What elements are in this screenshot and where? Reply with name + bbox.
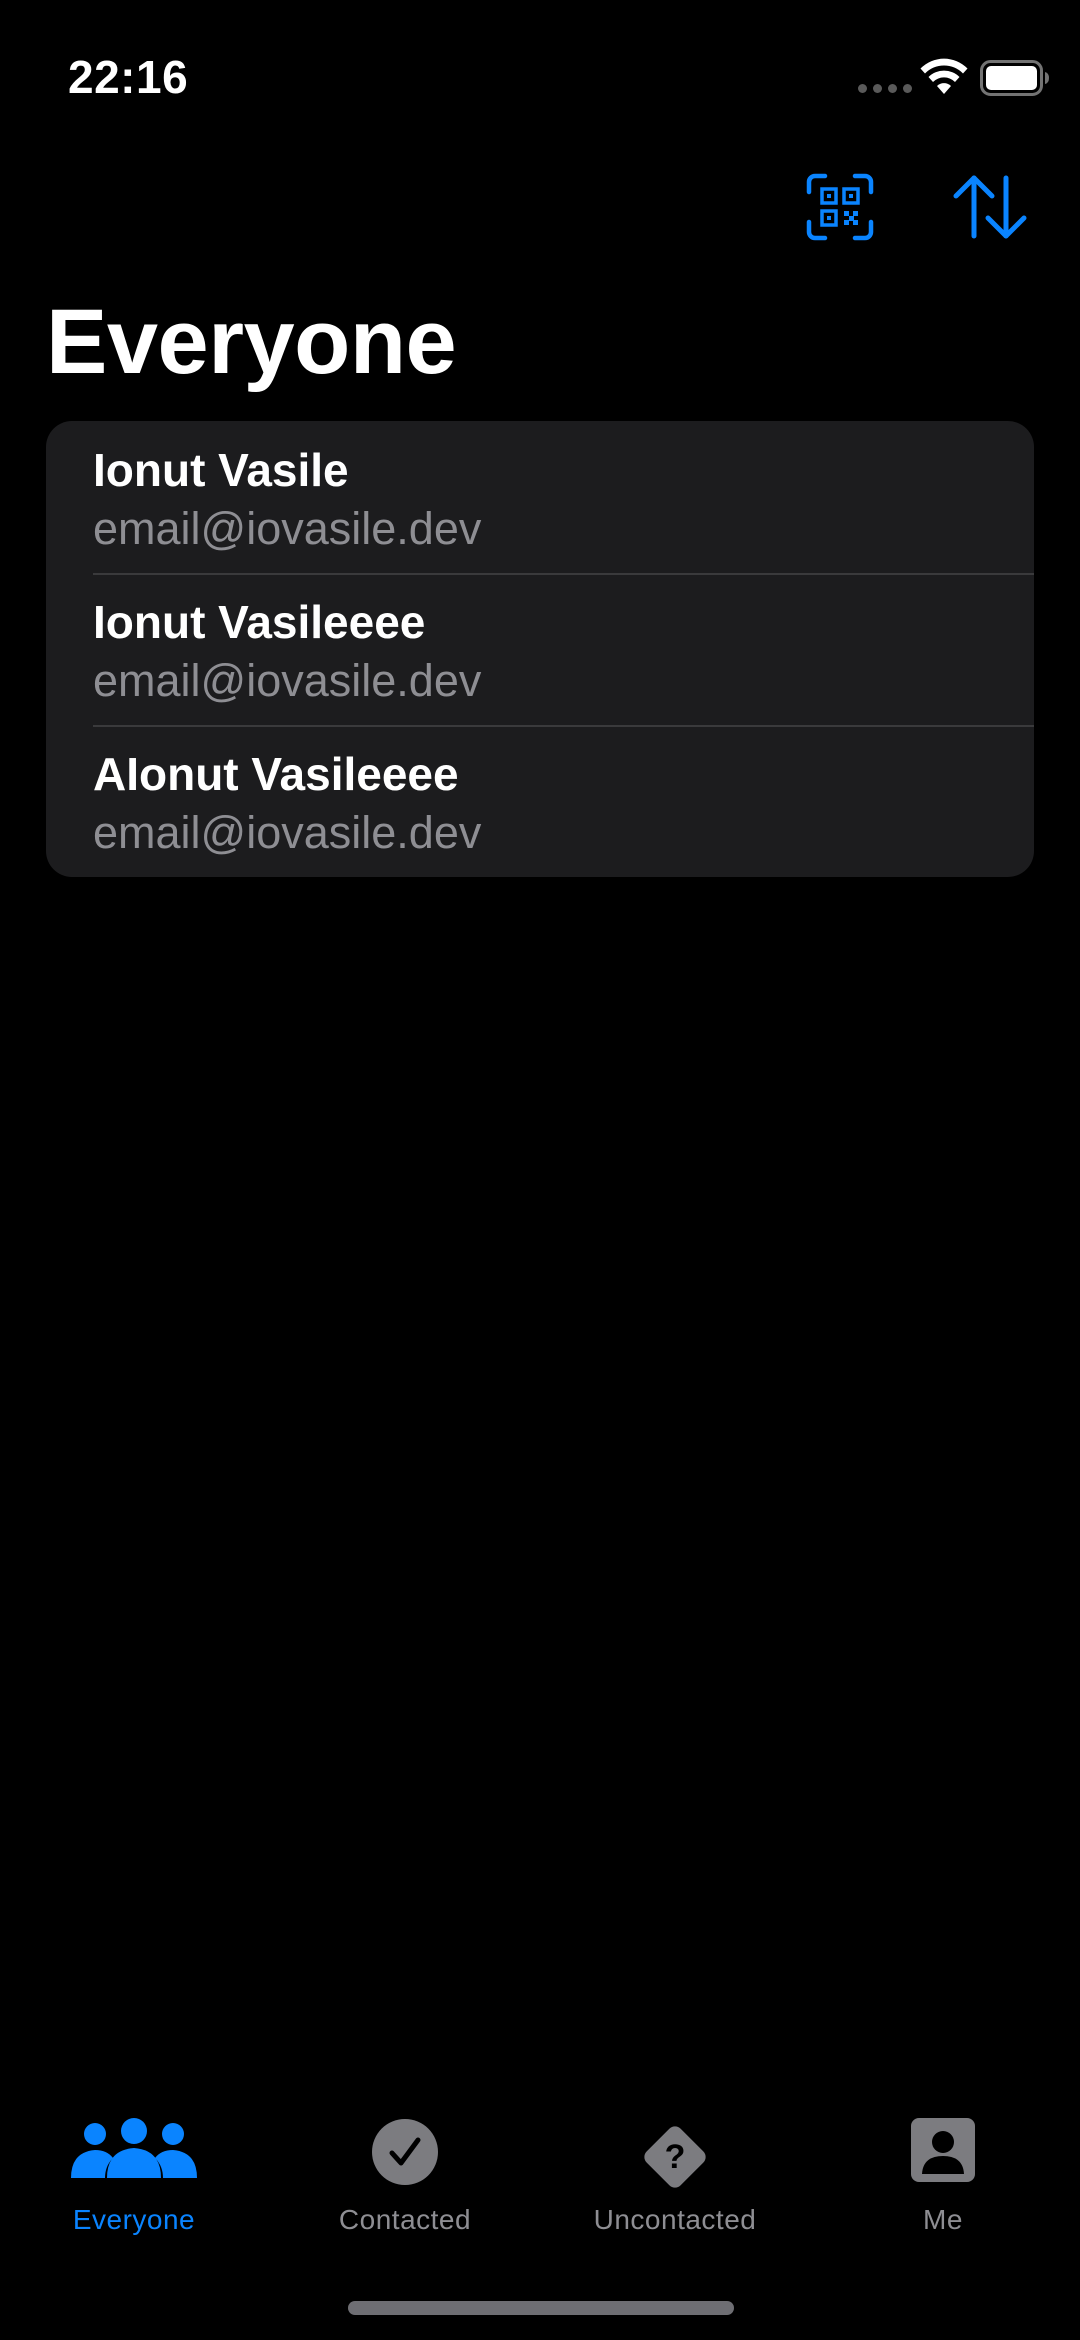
person-square-icon bbox=[911, 2118, 975, 2182]
tab-label: Me bbox=[923, 2204, 963, 2235]
status-time: 22:16 bbox=[68, 51, 189, 103]
contact-row[interactable]: Ionut Vasileeee email@iovasile.dev bbox=[46, 573, 1034, 725]
tab-label: Everyone bbox=[72, 2204, 196, 2235]
home-indicator[interactable] bbox=[348, 2301, 734, 2315]
tab-bar: Everyone Contacted ? Uncontacted Me bbox=[0, 2100, 1080, 2240]
battery-icon bbox=[980, 60, 1049, 96]
status-bar: 22:16 bbox=[0, 0, 1080, 140]
wifi-icon bbox=[920, 58, 968, 94]
contact-name: Ionut Vasileeee bbox=[93, 596, 426, 648]
sort-button[interactable] bbox=[950, 172, 1030, 242]
checkmark-circle-icon bbox=[372, 2119, 438, 2185]
contact-name: Ionut Vasile bbox=[93, 444, 349, 496]
contact-email: email@iovasile.dev bbox=[93, 503, 482, 555]
sort-arrows-icon bbox=[953, 175, 1027, 239]
qr-code-scan-icon bbox=[806, 173, 874, 241]
tab-contacted[interactable]: Contacted bbox=[295, 2100, 515, 2240]
cellular-signal-icon bbox=[858, 84, 912, 93]
contact-row[interactable]: Ionut Vasile email@iovasile.dev bbox=[46, 421, 1034, 573]
tab-label: Contacted bbox=[338, 2204, 472, 2235]
contact-row[interactable]: AIonut Vasileeee email@iovasile.dev bbox=[46, 725, 1034, 877]
contact-name: AIonut Vasileeee bbox=[93, 748, 459, 800]
contact-email: email@iovasile.dev bbox=[93, 655, 482, 707]
tab-everyone[interactable]: Everyone bbox=[24, 2100, 244, 2240]
tab-me[interactable]: Me bbox=[833, 2100, 1053, 2240]
qr-code-button[interactable] bbox=[805, 172, 875, 242]
question-diamond-icon: ? bbox=[644, 2126, 706, 2188]
people-icon bbox=[71, 2118, 197, 2178]
tab-uncontacted[interactable]: ? Uncontacted bbox=[565, 2100, 785, 2240]
tab-label: Uncontacted bbox=[593, 2204, 757, 2235]
contact-email: email@iovasile.dev bbox=[93, 807, 482, 859]
contact-list: Ionut Vasile email@iovasile.dev Ionut Va… bbox=[46, 421, 1034, 877]
svg-text:?: ? bbox=[665, 2138, 686, 2176]
page-title: Everyone bbox=[46, 291, 457, 393]
